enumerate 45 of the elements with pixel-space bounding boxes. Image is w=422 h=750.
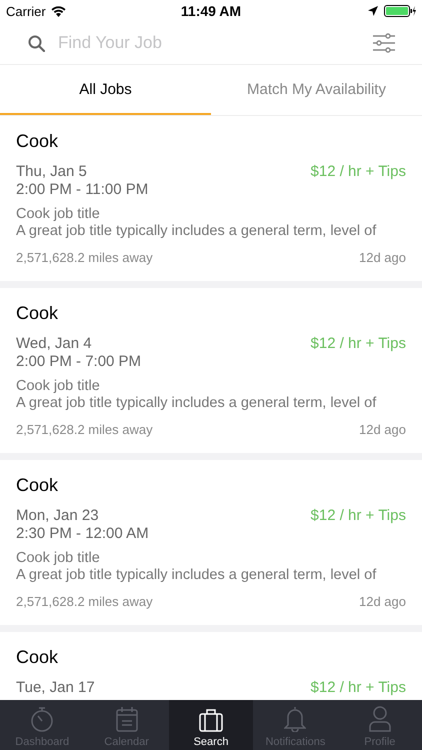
job-subtitle: Cook job title xyxy=(16,206,101,223)
person-icon xyxy=(368,706,391,732)
job-name: Cook xyxy=(16,302,60,324)
pay-rate: $12 / hr + Tips xyxy=(310,163,406,181)
job-card[interactable]: Cook Wed, Jan 4 2:00 PM - 7:00 PM $12 / hr + Tips Cook job title A great job title typically includes a general term, level of 2,571,628.2 miles away 12d ago xyxy=(0,288,422,453)
clock-text: 11:49 AM xyxy=(180,3,242,19)
job-name: Cook xyxy=(16,130,60,152)
job-card[interactable]: Cook Mon, Jan 23 2:30 PM - 12:00 AM $12 / hr + Tips Cook job title A great job title typically includes a general term, level of 2,571,628.2 miles away 12d ago xyxy=(0,460,422,625)
wifi-icon xyxy=(50,6,66,16)
bell-icon xyxy=(284,706,306,732)
posted-time: 12d ago xyxy=(359,250,406,266)
distance-text: 2,571,628.2 miles away xyxy=(16,250,153,266)
job-hours: 2:00 PM - 11:00 PM xyxy=(16,181,148,199)
posted-time: 12d ago xyxy=(359,594,406,610)
search-field[interactable]: Find Your Job xyxy=(56,32,372,54)
distance-text: 2,571,628.2 miles away xyxy=(16,422,153,438)
pay-rate: $12 / hr + Tips xyxy=(310,679,406,697)
location-icon xyxy=(368,6,378,16)
tab-bar-item[interactable]: Search xyxy=(168,700,254,750)
search-icon xyxy=(28,34,45,52)
job-date: Tue, Jan 17 xyxy=(16,679,95,697)
filter-icon[interactable] xyxy=(372,33,396,53)
job-date: Thu, Jan 5 xyxy=(16,163,88,181)
posted-time: 12d ago xyxy=(359,422,406,438)
battery-icon xyxy=(384,5,416,17)
job-card[interactable]: Cook Tue, Jan 17 $12 / hr + Tips xyxy=(0,632,422,700)
job-description: A great job title typically includes a general term, level of xyxy=(16,223,378,240)
job-hours: 2:00 PM - 7:00 PM xyxy=(16,353,142,371)
job-subtitle: Cook job title xyxy=(16,550,101,567)
job-description: A great job title typically includes a general term, level of xyxy=(16,567,378,584)
job-name: Cook xyxy=(16,646,60,668)
job-name: Cook xyxy=(16,474,60,496)
stopwatch-icon xyxy=(30,706,54,732)
job-subtitle: Cook job title xyxy=(16,378,101,395)
pay-rate: $12 / hr + Tips xyxy=(310,507,406,525)
pay-rate: $12 / hr + Tips xyxy=(310,335,406,353)
job-hours: 2:30 PM - 12:00 AM xyxy=(16,525,149,543)
carrier-text: Carrier xyxy=(6,4,46,18)
job-card[interactable]: Cook Thu, Jan 5 2:00 PM - 11:00 PM $12 / hr + Tips Cook job title A great job title typically includes a general term, level of 2,571,628.2 miles away 12d ago xyxy=(0,116,422,281)
job-date: Mon, Jan 23 xyxy=(16,507,100,525)
job-date: Wed, Jan 4 xyxy=(16,335,93,353)
calendar-icon xyxy=(116,706,138,732)
distance-text: 2,571,628.2 miles away xyxy=(16,594,153,610)
briefcase-icon xyxy=(199,708,224,732)
job-description: A great job title typically includes a general term, level of xyxy=(16,395,378,412)
